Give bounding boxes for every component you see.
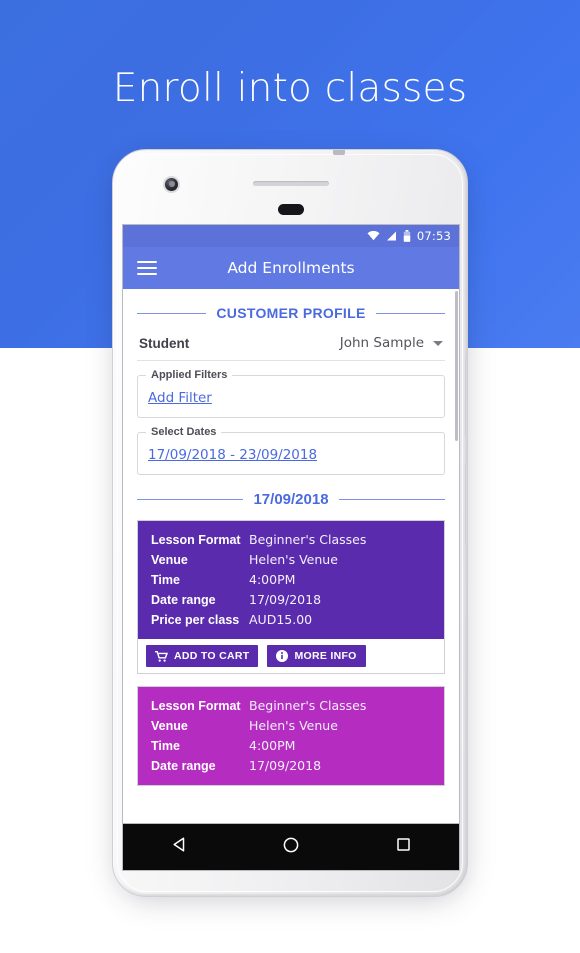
detail-key: Lesson Format <box>151 533 241 547</box>
date-divider-line-left <box>137 499 244 500</box>
chevron-down-icon[interactable] <box>433 340 443 346</box>
nav-home-button[interactable] <box>261 827 321 867</box>
home-circle-icon <box>282 836 300 859</box>
detail-key: Date range <box>151 759 216 773</box>
lesson-date-divider: 17/09/2018 <box>137 491 446 508</box>
lesson-detail-row: Date range 17/09/2018 <box>151 758 431 773</box>
detail-value: Helen's Venue <box>249 552 338 567</box>
select-dates-legend: Select Dates <box>146 426 222 438</box>
applied-filters-box: Applied Filters Add Filter <box>137 369 445 418</box>
student-field-row[interactable]: Student John Sample <box>137 325 445 361</box>
lesson-card[interactable]: Lesson Format Beginner's Classes Venue H… <box>137 520 445 674</box>
lesson-detail-row: Lesson Format Beginner's Classes <box>151 532 431 547</box>
proximity-sensor-icon <box>278 204 304 215</box>
divider-line-right <box>375 312 445 314</box>
screenshot-stage: Enroll into classes 07:53 Add Enrollment… <box>0 0 580 953</box>
lesson-card-body: Lesson Format Beginner's Classes Venue H… <box>138 687 444 785</box>
front-camera-icon <box>163 176 180 193</box>
applied-filters-legend: Applied Filters <box>146 369 233 381</box>
select-dates-box: Select Dates 17/09/2018 - 23/09/2018 <box>137 426 445 475</box>
detail-key: Time <box>151 739 180 753</box>
detail-key: Lesson Format <box>151 699 241 713</box>
more-info-label: MORE INFO <box>294 650 357 662</box>
power-button[interactable] <box>465 358 467 438</box>
detail-key: Date range <box>151 593 216 607</box>
add-to-cart-label: ADD TO CART <box>174 650 250 662</box>
lesson-card-body: Lesson Format Beginner's Classes Venue H… <box>138 521 444 639</box>
customer-profile-label: CUSTOMER PROFILE <box>216 305 366 321</box>
student-field-label: Student <box>139 335 190 351</box>
lesson-card[interactable]: Lesson Format Beginner's Classes Venue H… <box>137 686 445 786</box>
lesson-detail-row: Price per class AUD15.00 <box>151 612 431 627</box>
page-headline: Enroll into classes <box>112 66 468 111</box>
phone-top-antenna-notch <box>333 150 345 155</box>
lesson-detail-row: Venue Helen's Venue <box>151 718 431 733</box>
detail-value: Beginner's Classes <box>249 532 367 547</box>
lesson-detail-row: Time 4:00PM <box>151 738 431 753</box>
recents-square-icon <box>395 836 412 858</box>
nav-back-button[interactable] <box>149 827 209 867</box>
add-to-cart-button[interactable]: ADD TO CART <box>146 645 259 667</box>
lesson-detail-row: Time 4:00PM <box>151 572 431 587</box>
lesson-detail-row: Venue Helen's Venue <box>151 552 431 567</box>
lesson-detail-row: Date range 17/09/2018 <box>151 592 431 607</box>
detail-key: Venue <box>151 719 188 733</box>
detail-value: Beginner's Classes <box>249 698 367 713</box>
phone-screen: 07:53 Add Enrollments CUSTOMER PROFILE S… <box>122 224 460 824</box>
divider-line-left <box>137 312 207 314</box>
detail-value: Helen's Venue <box>249 718 338 733</box>
lesson-date-label: 17/09/2018 <box>253 491 329 508</box>
detail-value: 4:00PM <box>249 572 296 587</box>
earpiece-speaker-grille <box>253 181 329 186</box>
hamburger-menu-icon[interactable] <box>137 261 157 275</box>
phone-device-frame: 07:53 Add Enrollments CUSTOMER PROFILE S… <box>112 149 468 897</box>
student-select[interactable]: John Sample <box>340 335 443 351</box>
volume-rocker-button[interactable] <box>465 464 467 546</box>
lesson-detail-row: Lesson Format Beginner's Classes <box>151 698 431 713</box>
detail-key: Time <box>151 573 180 587</box>
shopping-cart-icon <box>155 650 168 662</box>
date-divider-line-right <box>338 499 446 500</box>
app-bar: Add Enrollments <box>123 247 459 289</box>
customer-profile-divider: CUSTOMER PROFILE <box>137 305 445 321</box>
detail-value: AUD15.00 <box>249 612 313 627</box>
detail-value: 17/09/2018 <box>249 758 322 773</box>
app-bar-title: Add Enrollments <box>227 259 355 277</box>
status-bar-clock: 07:53 <box>416 229 451 243</box>
signal-icon <box>386 231 397 241</box>
content-scrollbar[interactable] <box>455 291 458 441</box>
screen-content: CUSTOMER PROFILE Student John Sample App… <box>123 289 459 823</box>
add-filter-link[interactable]: Add Filter <box>148 390 212 406</box>
detail-key: Venue <box>151 553 188 567</box>
back-triangle-icon <box>171 836 188 858</box>
detail-value: 4:00PM <box>249 738 296 753</box>
battery-icon <box>403 230 411 242</box>
detail-key: Price per class <box>151 613 240 627</box>
lesson-card-actions: ADD TO CART MORE INFO <box>138 639 444 673</box>
more-info-button[interactable]: MORE INFO <box>267 645 366 667</box>
student-selected-value: John Sample <box>339 335 424 351</box>
info-icon <box>276 650 289 662</box>
wifi-icon <box>367 231 380 241</box>
android-navigation-bar <box>122 824 460 871</box>
status-bar: 07:53 <box>123 225 459 247</box>
detail-value: 17/09/2018 <box>249 592 322 607</box>
date-range-value[interactable]: 17/09/2018 - 23/09/2018 <box>148 447 317 463</box>
nav-recents-button[interactable] <box>373 827 433 867</box>
